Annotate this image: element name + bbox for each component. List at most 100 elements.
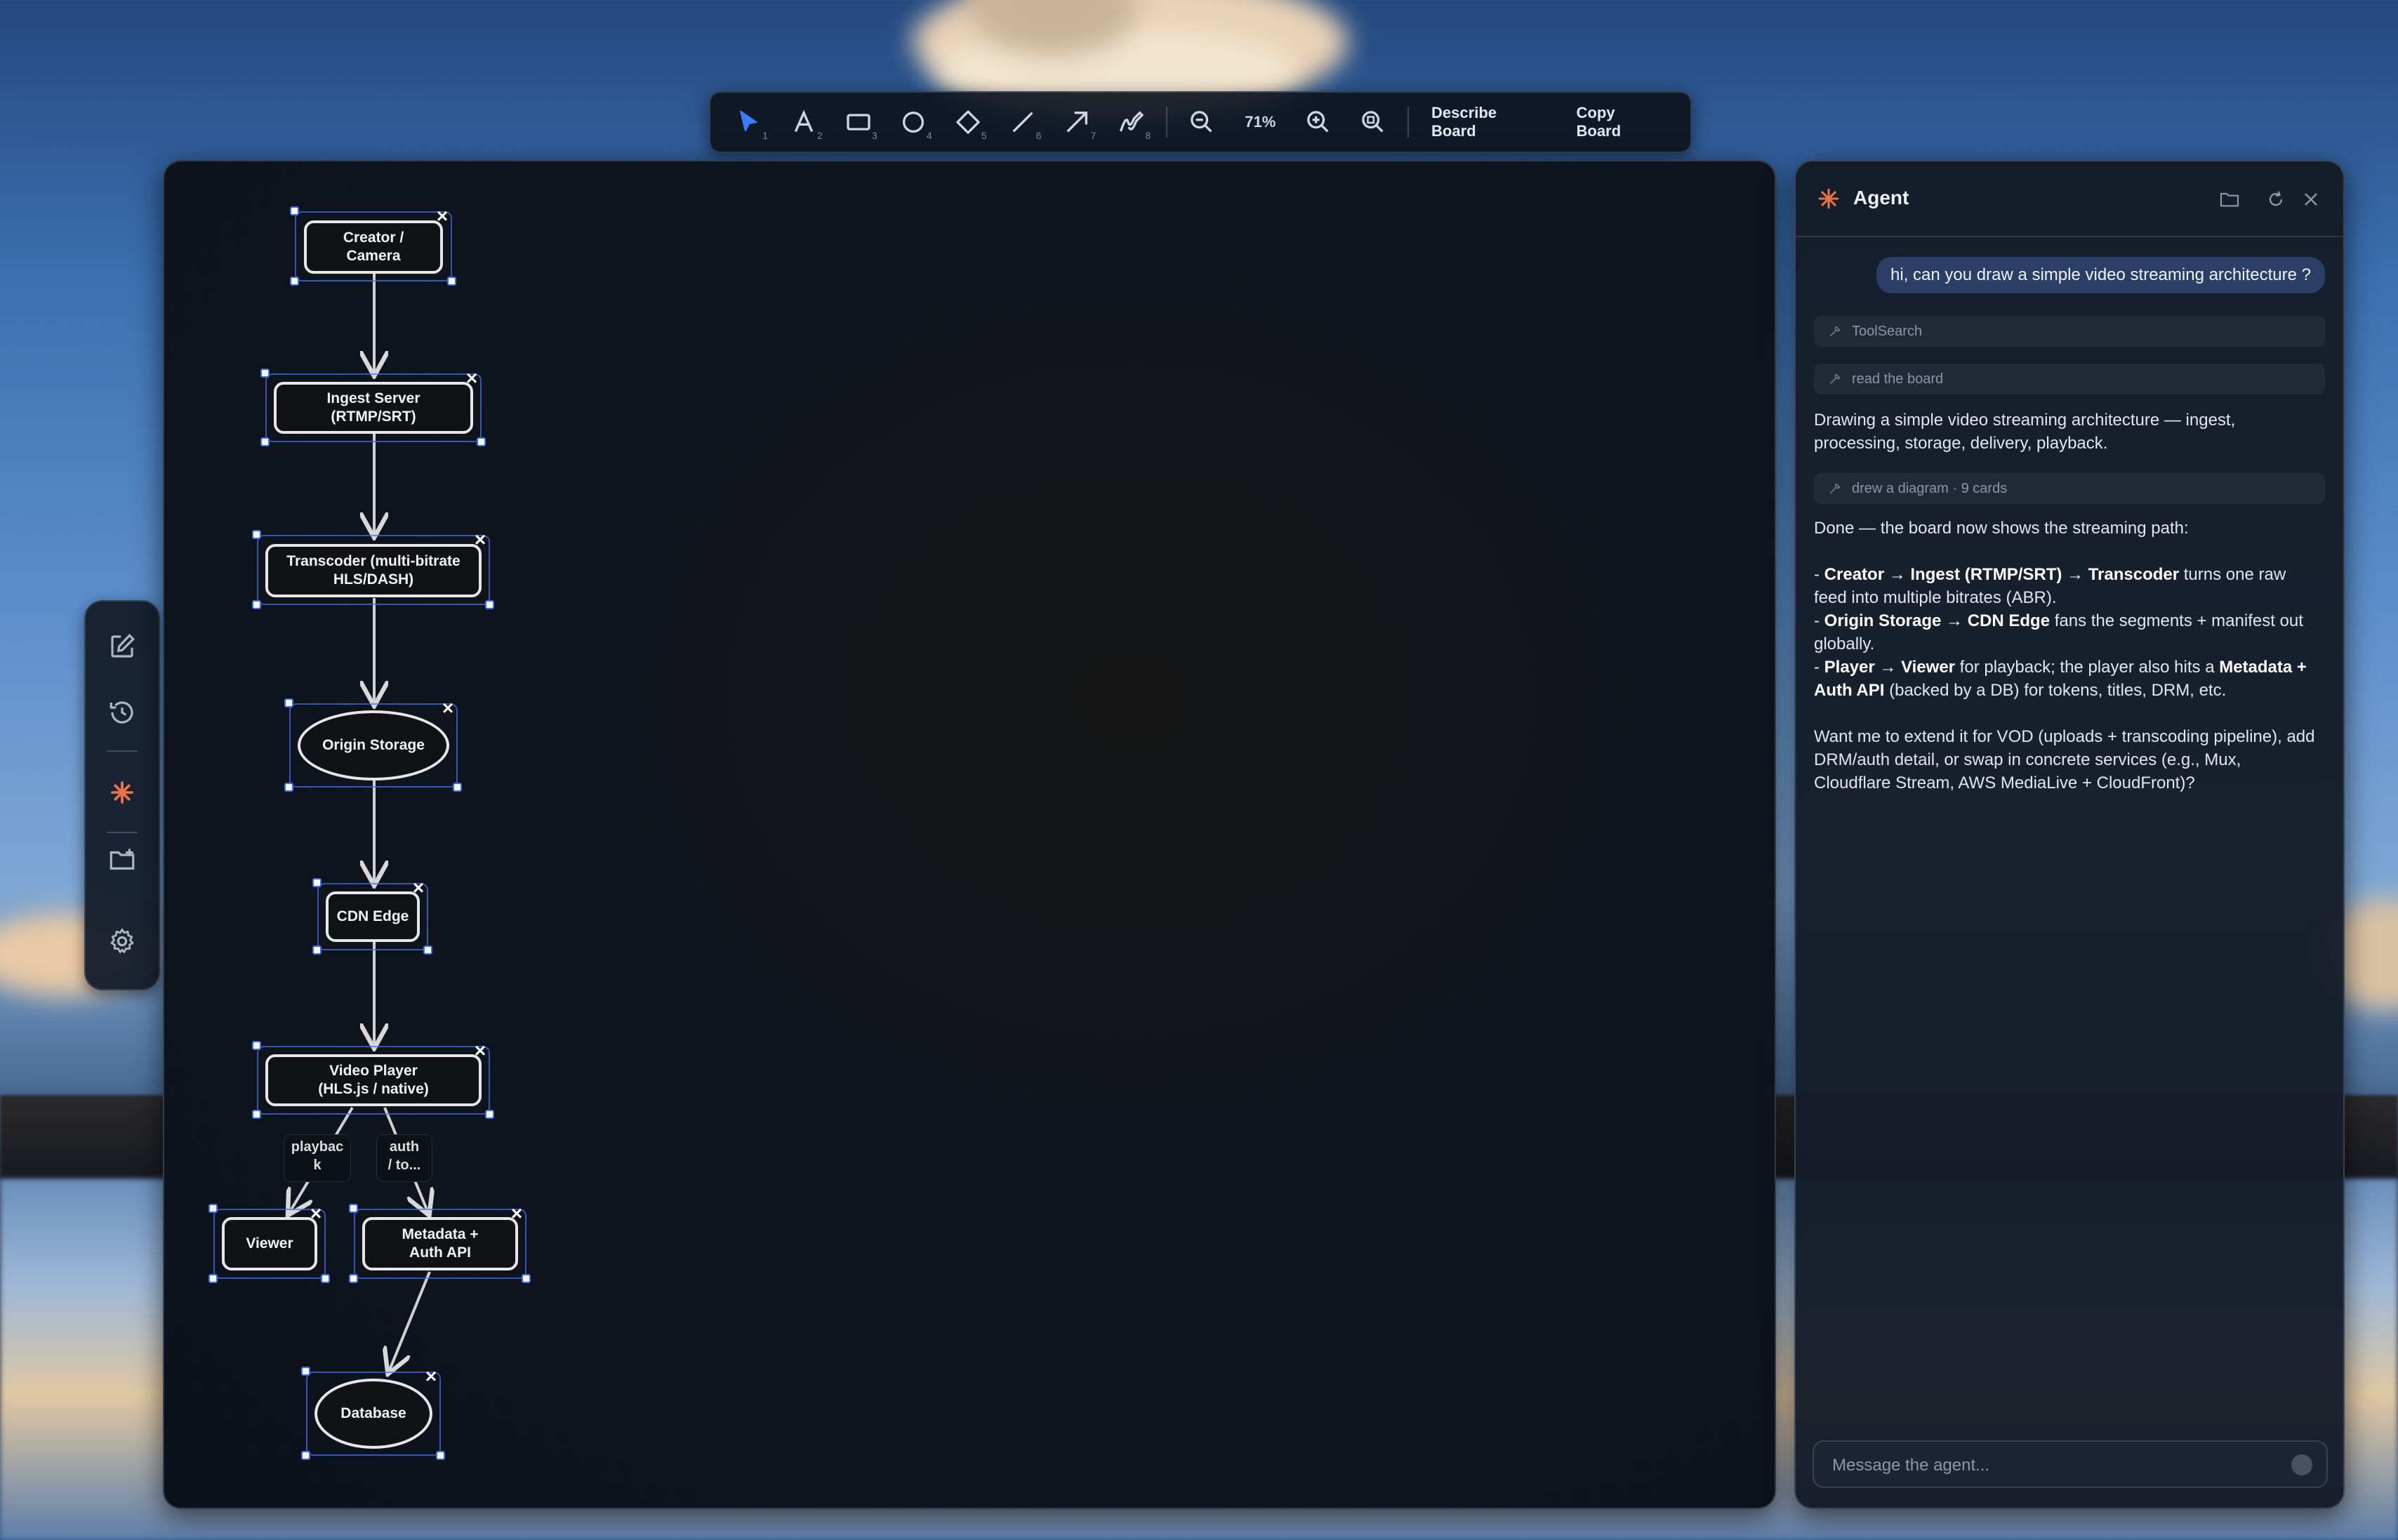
resize-handle[interactable] — [301, 1451, 310, 1460]
zoom-in-icon — [1307, 111, 1329, 133]
resize-handle[interactable] — [260, 369, 270, 378]
resize-handle[interactable] — [252, 530, 261, 539]
resize-handle[interactable] — [284, 698, 293, 708]
refresh-icon[interactable] — [2265, 188, 2287, 211]
shortcut-number: 1 — [762, 130, 768, 141]
edge-label-auth[interactable]: auth / to... — [376, 1134, 432, 1182]
edge-metadata-database[interactable] — [389, 1271, 431, 1372]
tool-call-row[interactable]: drew a diagram · 9 cards — [1814, 473, 2325, 504]
delete-node-icon[interactable]: × — [422, 1367, 440, 1386]
delete-node-icon[interactable]: × — [508, 1204, 526, 1223]
history-button[interactable] — [104, 694, 140, 731]
resize-handle[interactable] — [485, 1110, 494, 1119]
sparkle-logo-icon — [1818, 188, 1839, 209]
circle-icon — [902, 112, 924, 133]
tool-icon — [1829, 373, 1841, 385]
text-tool[interactable]: 2 — [776, 98, 831, 147]
edit-icon — [111, 633, 135, 658]
pen-icon — [1120, 111, 1144, 132]
delete-node-icon[interactable]: × — [471, 1041, 489, 1061]
copy-board-button[interactable]: Copy Board — [1561, 104, 1680, 140]
node-ingest-server[interactable]: Ingest Server (RTMP/SRT) — [274, 382, 473, 434]
delete-node-icon[interactable]: × — [471, 530, 489, 550]
node-transcoder[interactable]: Transcoder (multi-bitrate HLS/DASH) — [265, 544, 482, 597]
delete-node-icon[interactable]: × — [433, 206, 451, 226]
folder-icon[interactable] — [2218, 188, 2241, 211]
resize-handle[interactable] — [252, 1041, 261, 1050]
resize-handle[interactable] — [349, 1204, 358, 1213]
history-icon — [110, 701, 133, 724]
node-creator-camera[interactable]: Creator / Camera — [304, 220, 443, 274]
tool-call-label: ToolSearch — [1852, 323, 1923, 339]
describe-board-button[interactable]: Describe Board — [1416, 104, 1561, 140]
resize-handle[interactable] — [301, 1367, 310, 1376]
assistant-message: Done — the board now shows the streaming… — [1814, 517, 2322, 795]
ellipse-tool[interactable]: 4 — [886, 98, 941, 147]
message-input[interactable]: Message the agent... — [1813, 1440, 2328, 1488]
resize-handle[interactable] — [208, 1274, 218, 1283]
tool-call-row[interactable]: read the board — [1814, 364, 2325, 394]
folder-plus-icon — [110, 849, 135, 870]
agent-button[interactable] — [104, 774, 140, 811]
resize-handle[interactable] — [453, 783, 462, 792]
zoom-in-button[interactable] — [1291, 98, 1346, 147]
node-viewer[interactable]: Viewer — [222, 1217, 317, 1270]
new-board-button[interactable] — [104, 628, 140, 665]
canvas-board[interactable]: Creator / Camera × Ingest Server (RTMP/S… — [163, 160, 1776, 1509]
node-metadata-auth-api[interactable]: Metadata + Auth API — [362, 1217, 518, 1270]
delete-node-icon[interactable]: × — [409, 878, 428, 898]
toolbar-divider — [1166, 107, 1168, 138]
toolbar-divider — [1407, 107, 1410, 138]
shortcut-number: 2 — [817, 130, 823, 141]
tool-icon — [1829, 326, 1841, 337]
node-cdn-edge[interactable]: CDN Edge — [326, 891, 420, 942]
resize-handle[interactable] — [485, 600, 494, 609]
edge-label-playback[interactable]: playbac k — [284, 1134, 351, 1182]
line-tool[interactable]: 6 — [995, 98, 1050, 147]
zoom-fit-icon — [1362, 111, 1384, 133]
resize-handle[interactable] — [284, 783, 293, 792]
resize-handle[interactable] — [312, 878, 322, 887]
resize-handle[interactable] — [290, 206, 299, 215]
input-placeholder: Message the agent... — [1832, 1456, 1990, 1475]
node-database[interactable]: Database — [314, 1379, 432, 1449]
resize-handle[interactable] — [260, 437, 270, 446]
arrow-tool[interactable]: 7 — [1050, 98, 1105, 147]
node-video-player[interactable]: Video Player (HLS.js / native) — [265, 1054, 482, 1106]
delete-node-icon[interactable]: × — [439, 698, 457, 718]
zoom-out-button[interactable] — [1174, 98, 1229, 147]
tool-call-row[interactable]: ToolSearch — [1814, 316, 2325, 347]
zoom-fit-button[interactable] — [1346, 98, 1400, 147]
resize-handle[interactable] — [436, 1451, 445, 1460]
shortcut-number: 7 — [1090, 130, 1097, 141]
delete-node-icon[interactable]: × — [307, 1204, 325, 1223]
resize-handle[interactable] — [349, 1274, 358, 1283]
resize-handle[interactable] — [312, 945, 322, 955]
diamond-tool[interactable]: 5 — [941, 98, 995, 147]
draw-tool[interactable]: 8 — [1104, 98, 1159, 147]
select-tool[interactable]: 1 — [722, 98, 776, 147]
close-icon[interactable] — [2300, 188, 2322, 211]
connector-layer — [164, 274, 1775, 1508]
resize-handle[interactable] — [252, 1110, 261, 1119]
shortcut-number: 6 — [1035, 130, 1042, 141]
resize-handle[interactable] — [522, 1274, 531, 1283]
toolbar: 1 2 3 4 5 6 7 8 71% Describe Board Copy … — [709, 91, 1692, 153]
add-folder-button[interactable] — [104, 842, 140, 878]
resize-handle[interactable] — [477, 437, 486, 446]
rectangle-tool[interactable]: 3 — [831, 98, 886, 147]
resize-handle[interactable] — [447, 277, 456, 286]
resize-handle[interactable] — [321, 1274, 330, 1283]
bullet-line: - Creator → Ingest (RTMP/SRT) → Transcod… — [1814, 565, 2286, 607]
resize-handle[interactable] — [208, 1204, 218, 1213]
node-origin-storage[interactable]: Origin Storage — [298, 710, 449, 781]
sparkle-logo-icon — [111, 781, 133, 804]
text-icon — [794, 109, 814, 133]
delete-node-icon[interactable]: × — [463, 369, 481, 388]
settings-button[interactable] — [104, 923, 140, 960]
message-intro: Done — the board now shows the streaming… — [1814, 519, 2189, 538]
resize-handle[interactable] — [252, 600, 261, 609]
resize-handle[interactable] — [290, 277, 299, 286]
send-icon[interactable] — [2291, 1454, 2312, 1475]
resize-handle[interactable] — [423, 945, 432, 955]
